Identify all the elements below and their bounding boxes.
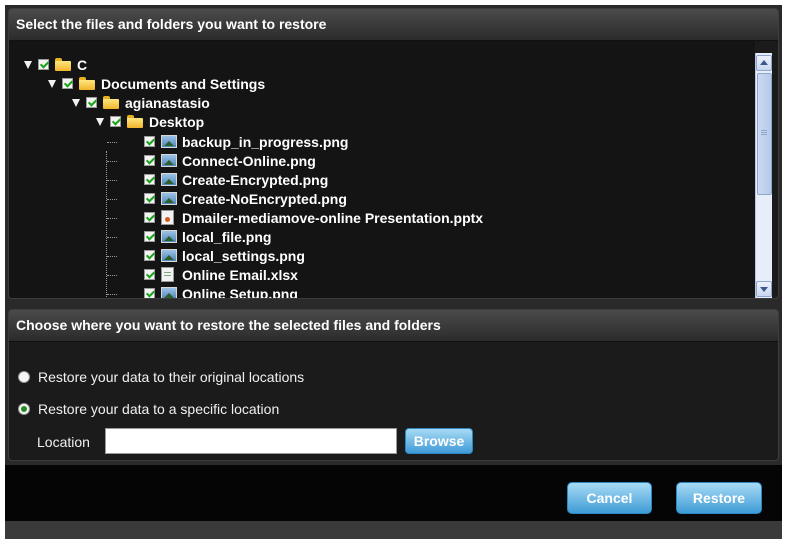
tree-connector-line <box>107 161 117 162</box>
image-file-icon <box>161 287 177 298</box>
folder-icon <box>55 58 71 71</box>
tree-item-label: Create-NoEncrypted.png <box>182 190 347 207</box>
file-selection-panel: Select the files and folders you want to… <box>8 8 779 299</box>
image-file-icon <box>161 154 177 167</box>
option-specific-label: Restore your data to a specific location <box>38 401 280 417</box>
tree-item-documents-and-settings[interactable]: Documents and Settings <box>47 74 265 93</box>
folder-icon <box>127 115 143 128</box>
spreadsheet-file-icon <box>161 267 174 282</box>
tree-item-desktop[interactable]: Desktop <box>95 112 204 131</box>
checkbox-checked-icon[interactable] <box>110 116 121 127</box>
expand-arrow-icon[interactable] <box>71 93 81 112</box>
checkbox-checked-icon[interactable] <box>144 250 155 261</box>
tree-connector-line <box>107 237 117 238</box>
restore-button[interactable]: Restore <box>676 482 762 514</box>
tree-item-label: Connect-Online.png <box>182 152 316 169</box>
tree-connector-line <box>107 218 117 219</box>
scrollbar-grip-icon <box>761 130 767 136</box>
image-file-icon <box>161 249 177 262</box>
cancel-button[interactable]: Cancel <box>567 482 652 514</box>
image-file-icon <box>161 135 177 148</box>
tree-item-file[interactable]: local_file.png <box>144 227 271 246</box>
option-specific-location[interactable]: Restore your data to a specific location <box>18 401 279 417</box>
tree-item-file[interactable]: Online Setup.png <box>144 284 298 299</box>
tree-item-file[interactable]: backup_in_progress.png <box>144 132 348 151</box>
location-input[interactable] <box>105 428 397 454</box>
tree-connector-line <box>107 142 117 143</box>
tree-item-label: Online Setup.png <box>182 285 298 299</box>
scroll-up-arrow-icon[interactable] <box>756 55 772 71</box>
file-tree[interactable]: C Documents and Settings agianastasio De… <box>9 41 755 299</box>
image-file-icon <box>161 173 177 186</box>
tree-connector-line <box>107 180 117 181</box>
browse-button[interactable]: Browse <box>405 428 473 454</box>
tree-connector-line <box>107 275 117 276</box>
checkbox-checked-icon[interactable] <box>144 212 155 223</box>
radio-selected-icon[interactable] <box>18 403 30 415</box>
file-selection-title: Select the files and folders you want to… <box>9 9 778 41</box>
tree-item-file[interactable]: Create-Encrypted.png <box>144 170 328 189</box>
dialog-footer: Cancel Restore <box>5 465 782 521</box>
tree-item-label: C <box>77 56 88 73</box>
tree-item-label: backup_in_progress.png <box>182 133 349 150</box>
tree-item-label: agianastasio <box>125 94 210 111</box>
expand-arrow-icon[interactable] <box>47 74 57 93</box>
restore-location-title: Choose where you want to restore the sel… <box>9 310 778 342</box>
tree-item-c[interactable]: C <box>23 55 87 74</box>
tree-connector-line <box>107 256 117 257</box>
scrollbar-thumb[interactable] <box>757 73 772 195</box>
tree-item-label: Desktop <box>149 113 205 130</box>
tree-item-label: local_file.png <box>182 228 272 245</box>
tree-item-label: Dmailer-mediamove-online Presentation.pp… <box>182 209 484 226</box>
checkbox-checked-icon[interactable] <box>144 174 155 185</box>
expand-arrow-icon[interactable] <box>95 112 105 131</box>
image-file-icon <box>161 192 177 205</box>
folder-icon <box>103 96 119 109</box>
checkbox-checked-icon[interactable] <box>144 231 155 242</box>
expand-arrow-icon[interactable] <box>23 55 33 74</box>
restore-dialog: Select the files and folders you want to… <box>5 5 782 539</box>
checkbox-checked-icon[interactable] <box>144 155 155 166</box>
tree-item-file[interactable]: Online Email.xlsx <box>144 265 298 284</box>
image-file-icon <box>161 230 177 243</box>
tree-connector-line <box>106 151 107 298</box>
tree-item-label: Online Email.xlsx <box>182 266 298 283</box>
checkbox-checked-icon[interactable] <box>144 269 155 280</box>
restore-location-panel: Choose where you want to restore the sel… <box>8 309 779 461</box>
tree-item-file[interactable]: Create-NoEncrypted.png <box>144 189 347 208</box>
tree-item-label: Documents and Settings <box>101 75 266 92</box>
checkbox-checked-icon[interactable] <box>86 97 97 108</box>
checkbox-checked-icon[interactable] <box>38 59 49 70</box>
radio-unselected-icon[interactable] <box>18 371 30 383</box>
option-original-locations[interactable]: Restore your data to their original loca… <box>18 369 304 385</box>
tree-item-label: local_settings.png <box>182 247 305 264</box>
tree-item-file[interactable]: Connect-Online.png <box>144 151 316 170</box>
tree-item-agianastasio[interactable]: agianastasio <box>71 93 210 112</box>
checkbox-checked-icon[interactable] <box>144 136 155 147</box>
dialog-bottom-border <box>5 521 782 539</box>
checkbox-checked-icon[interactable] <box>144 193 155 204</box>
folder-icon <box>79 77 95 90</box>
tree-scrollbar[interactable] <box>755 53 772 298</box>
tree-connector-line <box>107 199 117 200</box>
checkbox-checked-icon[interactable] <box>62 78 73 89</box>
presentation-file-icon <box>161 210 174 225</box>
location-label: Location <box>37 434 90 450</box>
tree-connector-line <box>107 294 117 295</box>
tree-item-file[interactable]: local_settings.png <box>144 246 305 265</box>
option-original-label: Restore your data to their original loca… <box>38 369 305 385</box>
tree-item-label: Create-Encrypted.png <box>182 171 329 188</box>
tree-item-file[interactable]: Dmailer-mediamove-online Presentation.pp… <box>144 208 483 227</box>
checkbox-checked-icon[interactable] <box>144 288 155 298</box>
scroll-down-arrow-icon[interactable] <box>756 281 772 297</box>
